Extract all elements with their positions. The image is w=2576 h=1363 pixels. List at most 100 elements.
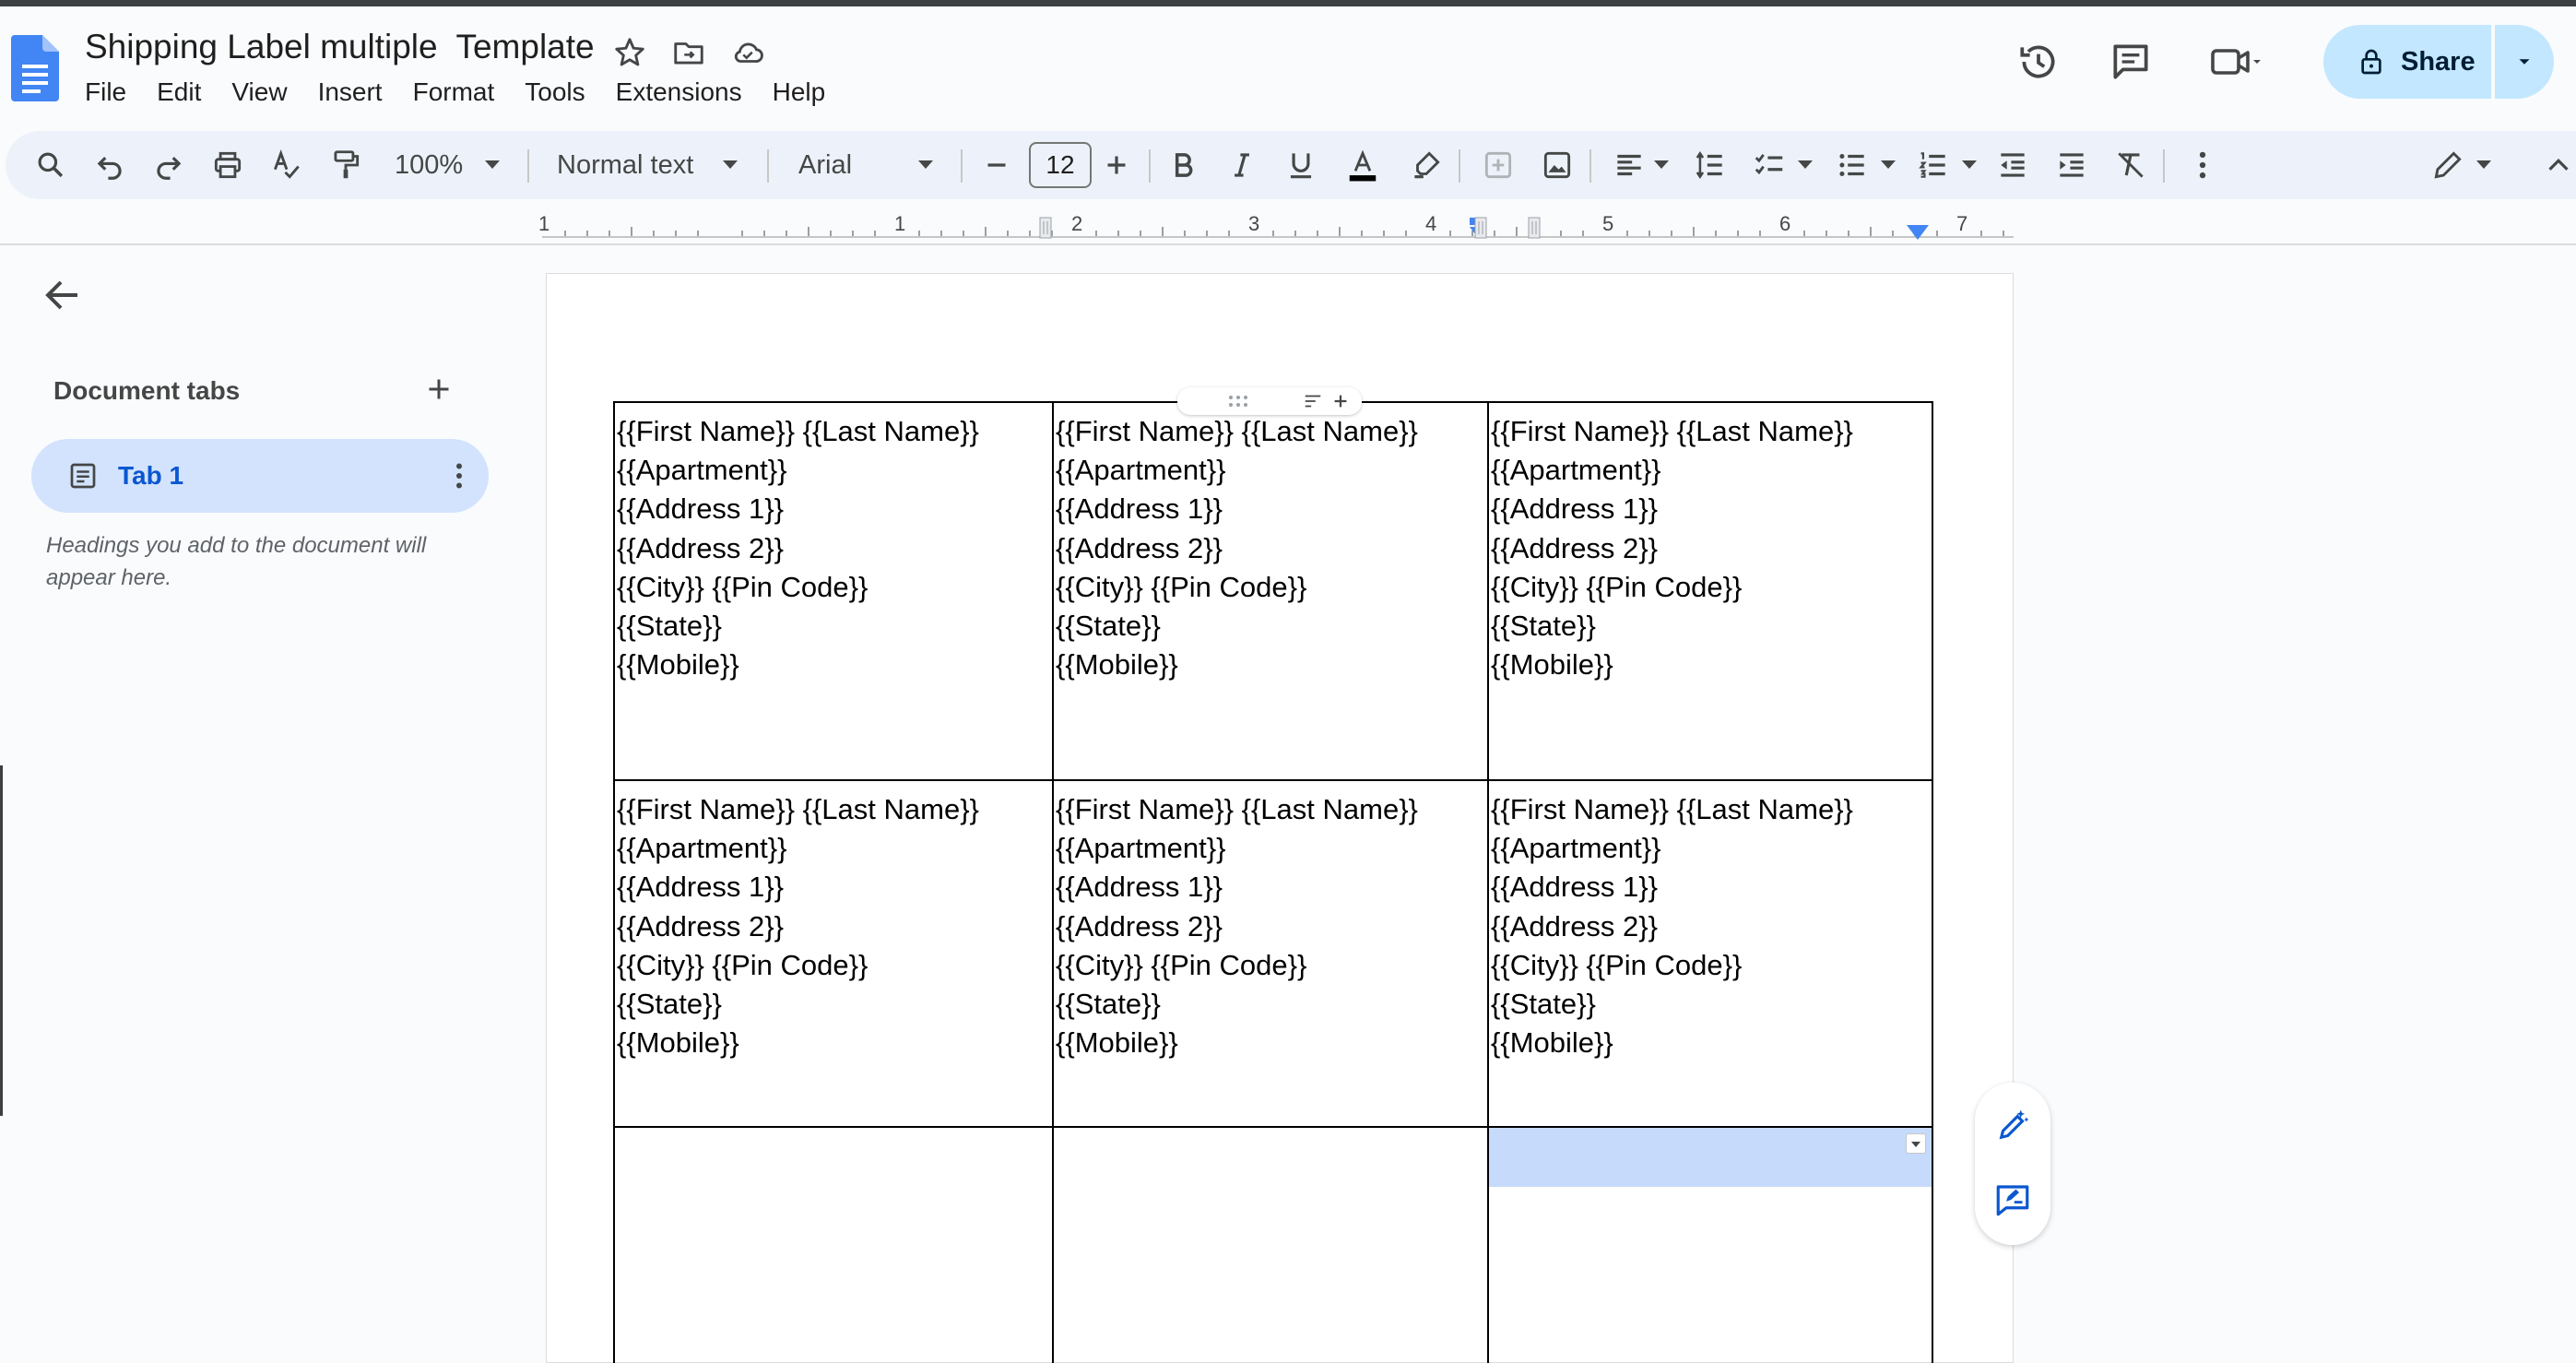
label-field-line: {{First Name}} {{Last Name}} bbox=[617, 793, 979, 825]
back-arrow-icon[interactable] bbox=[41, 273, 85, 317]
spelling-check-icon[interactable] bbox=[269, 148, 304, 183]
increase-indent-icon[interactable] bbox=[2054, 148, 2089, 183]
ruler-tick bbox=[1759, 231, 1761, 236]
ruler-tick bbox=[1206, 231, 1208, 236]
label-cell[interactable]: {{First Name}} {{Last Name}} {{Apartment}… bbox=[1487, 401, 1933, 781]
label-field-line: {{Mobile}} bbox=[1491, 1026, 1613, 1060]
add-tab-icon[interactable] bbox=[422, 373, 455, 406]
label-field-line: {{City}} {{Pin Code}} bbox=[617, 948, 869, 981]
ruler-tick bbox=[963, 231, 964, 236]
zoom-select[interactable]: 100% bbox=[395, 144, 463, 186]
ruler-tick bbox=[1848, 231, 1849, 236]
paragraph-style-select[interactable]: Normal text bbox=[557, 144, 693, 186]
empty-cell[interactable] bbox=[613, 1126, 1054, 1363]
ruler-tick bbox=[1272, 231, 1274, 236]
decrease-indent-icon[interactable] bbox=[1995, 148, 2030, 183]
text-color-icon[interactable] bbox=[1342, 148, 1383, 183]
decrease-font-size-icon[interactable] bbox=[979, 148, 1014, 183]
font-family-select[interactable]: Arial bbox=[798, 144, 852, 186]
editing-mode-icon[interactable] bbox=[2430, 148, 2465, 183]
font-size-input[interactable]: 12 bbox=[1029, 142, 1092, 188]
print-icon[interactable] bbox=[210, 148, 245, 183]
add-column-icon[interactable] bbox=[1330, 391, 1351, 411]
label-table[interactable]: {{First Name}} {{Last Name}} {{Apartment}… bbox=[613, 401, 1933, 1363]
checklist-icon[interactable] bbox=[1752, 148, 1787, 183]
bold-icon[interactable] bbox=[1165, 148, 1200, 183]
tab-options-icon[interactable] bbox=[443, 459, 476, 492]
menu-insert[interactable]: Insert bbox=[318, 76, 383, 109]
ruler-tick bbox=[1029, 231, 1031, 236]
menu-extensions[interactable]: Extensions bbox=[616, 76, 742, 109]
horizontal-ruler[interactable]: 1 1 2 3 4 5 6 7 bbox=[538, 208, 2014, 245]
lock-icon bbox=[2361, 49, 2381, 75]
add-comment-icon[interactable] bbox=[1993, 1180, 2032, 1219]
label-cell[interactable]: {{First Name}} {{Last Name}} {{Apartment}… bbox=[1487, 779, 1933, 1128]
label-field-line: {{Mobile}} bbox=[1491, 648, 1613, 682]
ruler-tick bbox=[609, 231, 610, 236]
menu-edit[interactable]: Edit bbox=[157, 76, 201, 109]
collapse-menus-icon[interactable] bbox=[2541, 148, 2576, 183]
docs-logo-icon[interactable] bbox=[11, 35, 59, 101]
highlight-color-icon[interactable] bbox=[1409, 148, 1444, 183]
share-button[interactable]: Share bbox=[2323, 25, 2491, 99]
label-cell[interactable]: {{First Name}} {{Last Name}} {{Apartment}… bbox=[613, 401, 1054, 781]
document-title[interactable]: Shipping Label multiple Template bbox=[85, 28, 595, 66]
move-folder-icon[interactable] bbox=[671, 35, 706, 70]
ruler-tick bbox=[1494, 231, 1495, 236]
insert-image-icon[interactable] bbox=[1540, 148, 1575, 183]
ruler-tick bbox=[675, 231, 677, 236]
label-cell[interactable]: {{First Name}} {{Last Name}} {{Apartment}… bbox=[1052, 401, 1489, 781]
undo-icon[interactable] bbox=[92, 148, 127, 183]
cell-menu-dropdown[interactable] bbox=[1906, 1133, 1926, 1154]
document-page[interactable]: {{First Name}} {{Last Name}} {{Apartment}… bbox=[546, 273, 2014, 1363]
menu-help[interactable]: Help bbox=[773, 76, 826, 109]
ruler-tick bbox=[1870, 227, 1872, 236]
comments-icon[interactable] bbox=[2108, 39, 2154, 85]
menu-tools[interactable]: Tools bbox=[525, 76, 585, 109]
label-field-line: {{Address 1}} bbox=[617, 871, 784, 904]
search-menus-icon[interactable] bbox=[33, 148, 68, 183]
ai-edit-pencil-icon[interactable] bbox=[1993, 1107, 2032, 1145]
document-tab-1[interactable]: Tab 1 bbox=[31, 439, 489, 513]
table-column-handle[interactable] bbox=[1177, 387, 1362, 415]
style-caret bbox=[723, 160, 738, 169]
empty-cell[interactable] bbox=[1052, 1126, 1489, 1363]
menu-format[interactable]: Format bbox=[413, 76, 495, 109]
align-left-icon[interactable] bbox=[1612, 148, 1647, 183]
label-field-line: {{Address 1}} bbox=[1056, 492, 1223, 526]
cloud-saved-icon[interactable] bbox=[730, 35, 765, 70]
column-marker-icon[interactable] bbox=[1036, 216, 1055, 240]
italic-icon[interactable] bbox=[1224, 148, 1259, 183]
version-history-icon[interactable] bbox=[2015, 39, 2062, 85]
menu-file[interactable]: File bbox=[85, 76, 126, 109]
label-field-line: {{Apartment}} bbox=[1491, 832, 1661, 865]
star-icon[interactable] bbox=[612, 35, 647, 70]
document-tabs-heading: Document tabs bbox=[53, 376, 241, 405]
column-marker-icon[interactable] bbox=[1525, 216, 1543, 240]
numbered-list-icon[interactable] bbox=[1916, 148, 1951, 183]
more-options-icon[interactable] bbox=[2185, 148, 2220, 183]
column-marker-icon[interactable] bbox=[1471, 216, 1490, 240]
label-cell[interactable]: {{First Name}} {{Last Name}} {{Apartment}… bbox=[1052, 779, 1489, 1128]
label-cell[interactable]: {{First Name}} {{Last Name}} {{Apartment}… bbox=[613, 779, 1054, 1128]
window-top-border bbox=[0, 0, 2576, 6]
redo-icon[interactable] bbox=[151, 148, 186, 183]
meet-video-icon[interactable] bbox=[2207, 39, 2263, 85]
increase-font-size-icon[interactable] bbox=[1099, 148, 1134, 183]
drag-handle-icon[interactable] bbox=[1225, 393, 1251, 409]
column-options-icon[interactable] bbox=[1303, 391, 1323, 411]
menu-view[interactable]: View bbox=[231, 76, 287, 109]
ruler-tick bbox=[1560, 231, 1562, 236]
selected-cell[interactable] bbox=[1487, 1126, 1933, 1363]
line-spacing-icon[interactable] bbox=[1693, 148, 1728, 183]
insert-link-icon[interactable] bbox=[1481, 148, 1516, 183]
bulleted-list-icon[interactable] bbox=[1835, 148, 1870, 183]
underline-icon[interactable] bbox=[1283, 148, 1318, 183]
clear-formatting-icon[interactable] bbox=[2113, 148, 2148, 183]
ruler-tick bbox=[1095, 231, 1097, 236]
label-field-line: {{City}} {{Pin Code}} bbox=[1056, 948, 1307, 981]
paint-format-icon[interactable] bbox=[328, 148, 363, 183]
right-indent-marker-icon[interactable] bbox=[1905, 223, 1931, 242]
share-dropdown-button[interactable] bbox=[2495, 25, 2554, 99]
ruler-number: 2 bbox=[1071, 212, 1083, 235]
